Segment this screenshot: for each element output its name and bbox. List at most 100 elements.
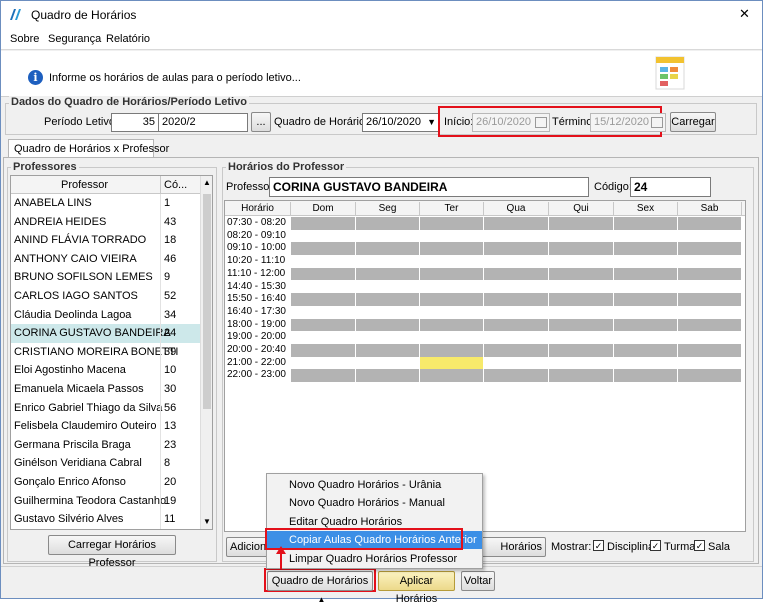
schedule-cell[interactable] (678, 344, 741, 357)
schedule-cell[interactable] (484, 357, 548, 370)
schedule-cell[interactable] (484, 318, 548, 332)
schedule-cell[interactable] (484, 255, 548, 268)
schedule-cell[interactable] (678, 255, 741, 268)
schedule-cell[interactable] (484, 230, 548, 243)
schedule-cell[interactable] (291, 344, 355, 357)
table-row[interactable]: CORINA GUSTAVO BANDEIRA 24 (11, 324, 201, 343)
schedule-cell[interactable] (420, 217, 483, 230)
schedule-cell[interactable] (356, 369, 419, 382)
schedule-cell[interactable] (484, 242, 548, 255)
schedule-cell[interactable] (420, 293, 483, 306)
schedule-cell[interactable] (356, 281, 419, 294)
table-row[interactable]: CRISTIANO MOREIRA BONETTI 39 (11, 342, 201, 362)
table-row[interactable]: CARLOS IAGO SANTOS 52 (11, 287, 201, 306)
schedule-cell[interactable] (549, 344, 613, 357)
schedule-cell[interactable] (484, 217, 548, 230)
termino-date-field[interactable]: 15/12/2020 (590, 113, 666, 132)
schedule-cell[interactable] (356, 217, 419, 230)
aplicar-horarios-button[interactable]: Aplicar Horários (378, 571, 455, 605)
schedule-cell[interactable] (291, 230, 355, 243)
table-row[interactable]: Eloi Agostinho Macena 10 (11, 361, 201, 380)
periodo-code-field[interactable]: 35 (111, 113, 159, 132)
schedule-cell[interactable] (291, 318, 355, 332)
schedule-cell[interactable] (291, 331, 355, 344)
schedule-cell[interactable] (291, 242, 355, 255)
table-row[interactable]: Gonçalo Enrico Afonso 20 (11, 473, 201, 492)
adicionar-button[interactable]: Adicionar (226, 537, 270, 557)
schedule-cell[interactable] (420, 267, 483, 281)
schedule-cell[interactable] (678, 331, 741, 344)
scroll-up-icon[interactable]: ▲ (203, 178, 211, 187)
schedule-cell[interactable] (678, 281, 741, 294)
schedule-cell[interactable] (678, 242, 741, 255)
quadro-de-horarios-button[interactable]: Quadro de Horários ▲ (267, 571, 373, 604)
schedule-cell[interactable] (614, 344, 677, 357)
schedule-cell[interactable] (614, 267, 677, 281)
col-codigo[interactable]: Có... (164, 179, 187, 191)
inicio-date-field[interactable]: 26/10/2020 (472, 113, 550, 132)
table-row[interactable]: Germana Priscila Braga 23 (11, 435, 201, 455)
horarios-aplicados-button[interactable]: Horários Aplicados (480, 537, 546, 557)
schedule-cell[interactable] (614, 306, 677, 319)
schedule-cell[interactable] (356, 357, 419, 370)
schedule-cell[interactable] (356, 242, 419, 255)
schedule-cell[interactable] (678, 318, 741, 332)
table-row[interactable]: BRUNO SOFILSON LEMES 9 (11, 268, 201, 287)
schedule-cell[interactable] (291, 255, 355, 268)
schedule-cell[interactable] (484, 344, 548, 357)
menu-sobre[interactable]: Sobre (10, 33, 39, 45)
schedule-cell[interactable] (291, 357, 355, 370)
table-row[interactable]: Enrico Gabriel Thiago da Silva 56 (11, 398, 201, 418)
schedule-cell[interactable] (549, 217, 613, 230)
schedule-cell[interactable] (356, 267, 419, 281)
schedule-cell[interactable] (420, 242, 483, 255)
disciplina-checkbox[interactable]: ✓ (593, 540, 604, 551)
carregar-button[interactable]: Carregar (670, 112, 716, 132)
table-row[interactable]: Felisbela Claudemiro Outeiro 13 (11, 417, 201, 436)
schedule-cell[interactable] (549, 242, 613, 255)
periodo-lookup-button[interactable]: ... (251, 112, 271, 132)
schedule-cell[interactable] (420, 255, 483, 268)
context-menu-item[interactable]: Limpar Quadro Horários Professor (267, 550, 482, 568)
schedule-cell[interactable] (678, 369, 741, 382)
schedule-cell[interactable] (614, 318, 677, 332)
schedule-cell[interactable] (420, 344, 483, 357)
schedule-cell[interactable] (484, 306, 548, 319)
menu-seguranca[interactable]: Segurança (48, 33, 101, 45)
quadro-select[interactable]: 26/10/2020 ▼ (362, 113, 440, 132)
scroll-down-icon[interactable]: ▼ (203, 517, 211, 526)
schedule-cell[interactable] (549, 357, 613, 370)
table-row[interactable]: Guilhermina Teodora Castanho 19 (11, 491, 201, 511)
schedule-cell[interactable] (356, 255, 419, 268)
schedule-cell[interactable] (291, 293, 355, 306)
schedule-cell[interactable] (484, 267, 548, 281)
menu-relatorio[interactable]: Relatório (106, 33, 150, 45)
scroll-thumb[interactable] (203, 194, 211, 409)
schedule-cell[interactable] (614, 357, 677, 370)
schedule-cell[interactable] (484, 281, 548, 294)
schedule-cell[interactable] (678, 230, 741, 243)
schedule-cell[interactable] (614, 369, 677, 382)
schedule-cell[interactable] (549, 281, 613, 294)
schedule-cell[interactable] (291, 306, 355, 319)
table-row[interactable]: Emanuela Micaela Passos 30 (11, 380, 201, 399)
schedule-cell[interactable] (549, 293, 613, 306)
vertical-scrollbar[interactable]: ▲ ▼ (200, 176, 212, 529)
schedule-cell[interactable] (356, 331, 419, 344)
schedule-cell[interactable] (356, 306, 419, 319)
schedule-cell[interactable] (420, 356, 483, 370)
schedule-cell[interactable] (614, 255, 677, 268)
table-row[interactable]: Cláudia Deolinda Lagoa 34 (11, 305, 201, 325)
schedule-cell[interactable] (678, 306, 741, 319)
periodo-value-field[interactable]: 2020/2 (158, 113, 248, 132)
table-row[interactable]: Ginélson Veridiana Cabral 8 (11, 454, 201, 473)
schedule-cell[interactable] (678, 217, 741, 230)
schedule-cell[interactable] (484, 293, 548, 306)
schedule-cell[interactable] (614, 281, 677, 294)
schedule-cell[interactable] (420, 318, 483, 332)
schedule-cell[interactable] (549, 306, 613, 319)
schedule-cell[interactable] (291, 267, 355, 281)
close-icon[interactable]: ✕ (739, 6, 750, 22)
schedule-cell[interactable] (291, 369, 355, 382)
schedule-cell[interactable] (484, 331, 548, 344)
